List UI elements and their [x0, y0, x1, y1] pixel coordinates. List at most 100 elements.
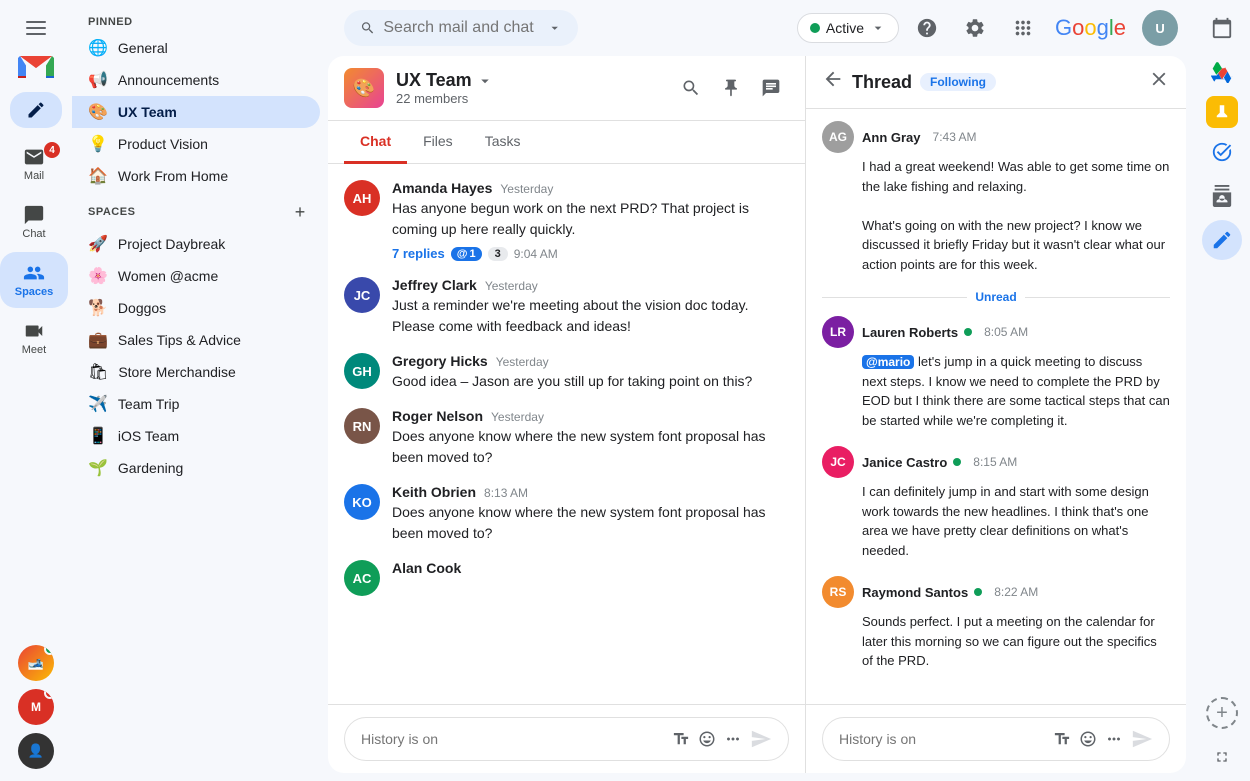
help-button[interactable] [907, 8, 947, 48]
more-options-icon[interactable] [724, 730, 742, 748]
tasks-icon[interactable] [1202, 132, 1242, 172]
gmail-logo [0, 52, 72, 80]
thread-msg-text: Sounds perfect. I put a meeting on the c… [862, 612, 1170, 671]
thread-msg-author: Lauren Roberts [862, 325, 958, 340]
msg-author: Jeffrey Clark [392, 277, 477, 293]
sidebar-item-work-from-home[interactable]: 🏠 Work From Home [72, 160, 320, 192]
search-icon [360, 18, 375, 38]
nav-mail[interactable]: 4 Mail [0, 136, 68, 192]
calendar-icon[interactable] [1202, 8, 1242, 48]
channel-header: 🎨 UX Team 22 members [328, 56, 805, 121]
thread-input-area [806, 704, 1186, 773]
keep-icon[interactable] [1206, 96, 1238, 128]
thread-more-icon[interactable] [1105, 730, 1123, 748]
thread-header: Thread Following [806, 56, 1186, 109]
table-row: GH Gregory Hicks Yesterday Good idea – J… [328, 345, 805, 400]
channel-name-chevron-icon[interactable] [476, 72, 494, 90]
pinned-section-label: PINNED [72, 8, 328, 32]
doggos-icon: 🐕 [88, 298, 108, 318]
user-avatar-3[interactable]: 👤 [18, 733, 54, 769]
sidebar-item-ios-team[interactable]: 📱 iOS Team [72, 420, 320, 452]
tab-files[interactable]: Files [407, 121, 469, 164]
profile-avatar[interactable]: U [1142, 10, 1178, 46]
sidebar-item-announcements[interactable]: 📢 Announcements [72, 64, 320, 96]
sidebar-item-sales-tips[interactable]: 💼 Sales Tips & Advice [72, 324, 320, 356]
spaces-section-header: SPACES + [72, 192, 328, 228]
add-space-button[interactable]: + [288, 200, 312, 224]
hamburger-button[interactable] [16, 8, 56, 48]
sidebar-item-label-ios-team: iOS Team [118, 428, 304, 444]
sidebar-item-product-vision[interactable]: 💡 Product Vision [72, 128, 320, 160]
apps-button[interactable] [1003, 8, 1043, 48]
send-button[interactable] [750, 728, 772, 750]
thread-close-button[interactable] [1148, 68, 1170, 96]
chat-input[interactable] [361, 731, 664, 747]
user-avatar-1[interactable]: 🎿 [18, 645, 54, 681]
sidebar-item-doggos[interactable]: 🐕 Doggos [72, 292, 320, 324]
search-dropdown-icon[interactable] [547, 18, 562, 38]
msg-time: 8:13 AM [484, 486, 528, 500]
status-button[interactable]: Active [797, 13, 899, 43]
msg-author: Alan Cook [392, 560, 461, 576]
avatar: GH [344, 353, 380, 389]
msg-author: Keith Obrien [392, 484, 476, 500]
sidebar-item-team-trip[interactable]: ✈️ Team Trip [72, 388, 320, 420]
reply-badge-count: 3 [488, 247, 508, 261]
sidebar-item-gardening[interactable]: 🌱 Gardening [72, 452, 320, 484]
sidebar-item-women-acme[interactable]: 🌸 Women @acme [72, 260, 320, 292]
thread-input[interactable] [839, 731, 1045, 747]
nav-chat[interactable]: Chat [0, 194, 68, 250]
sidebar: PINNED 🌐 General 📢 Announcements 🎨 UX Te… [72, 0, 328, 781]
table-row: KO Keith Obrien 8:13 AM Does anyone know… [328, 476, 805, 552]
thread-emoji-icon[interactable] [1079, 730, 1097, 748]
emoji-icon[interactable] [698, 730, 716, 748]
thread-msg-text: @mario let's jump in a quick meeting to … [862, 352, 1170, 430]
sidebar-item-label-general: General [118, 40, 304, 56]
nav-spaces[interactable]: Spaces [0, 252, 68, 308]
reply-link[interactable]: 7 replies [392, 246, 445, 261]
edit-icon[interactable] [1202, 220, 1242, 260]
table-row: AC Alan Cook [328, 552, 805, 604]
thread-msg-author: Ann Gray [862, 130, 921, 145]
thread-panel: Thread Following AG Ann Gray 7:43 AM [806, 56, 1186, 773]
thread-msg-time: 8:22 AM [994, 585, 1038, 599]
project-daybreak-icon: 🚀 [88, 234, 108, 254]
sidebar-item-store-merchandise[interactable]: 🛍 Store Merchandise [72, 356, 320, 388]
thread-back-button[interactable] [822, 68, 844, 96]
msg-time: Yesterday [496, 355, 549, 369]
thread-messages: AG Ann Gray 7:43 AM I had a great weeken… [806, 109, 1186, 704]
channel-header-actions [673, 70, 789, 106]
search-input[interactable] [383, 19, 539, 37]
sidebar-item-label-work-from-home: Work From Home [118, 168, 304, 184]
sidebar-item-label-product-vision: Product Vision [118, 136, 304, 152]
channel-description-button[interactable] [753, 70, 789, 106]
contacts-icon[interactable] [1202, 176, 1242, 216]
sidebar-item-ux-team[interactable]: 🎨 UX Team [72, 96, 320, 128]
avatar: KO [344, 484, 380, 520]
user-avatar-2[interactable]: M [18, 689, 54, 725]
tab-chat[interactable]: Chat [344, 121, 407, 164]
settings-button[interactable] [955, 8, 995, 48]
unread-label: Unread [975, 290, 1016, 304]
unread-line-left [822, 297, 967, 298]
sidebar-item-project-daybreak[interactable]: 🚀 Project Daybreak [72, 228, 320, 260]
channel-search-button[interactable] [673, 70, 709, 106]
list-item: AG Ann Gray 7:43 AM I had a great weeken… [822, 121, 1170, 274]
text-format-icon[interactable] [672, 730, 690, 748]
compose-button[interactable] [0, 92, 72, 128]
thread-send-button[interactable] [1131, 728, 1153, 750]
channel-avatar: 🎨 [344, 68, 384, 108]
online-dot [964, 328, 972, 336]
add-widget-button[interactable]: + [1206, 697, 1238, 729]
drive-icon[interactable] [1202, 52, 1242, 92]
expand-button[interactable] [1206, 741, 1238, 773]
thread-text-format-icon[interactable] [1053, 730, 1071, 748]
search-bar[interactable] [344, 10, 578, 46]
channel-pin-button[interactable] [713, 70, 749, 106]
tab-tasks[interactable]: Tasks [469, 121, 537, 164]
sidebar-item-general[interactable]: 🌐 General [72, 32, 320, 64]
sidebar-item-label-gardening: Gardening [118, 460, 304, 476]
messages-list: AH Amanda Hayes Yesterday Has anyone beg… [328, 164, 805, 704]
nav-mail-label: Mail [24, 170, 44, 182]
nav-meet[interactable]: Meet [0, 310, 68, 366]
